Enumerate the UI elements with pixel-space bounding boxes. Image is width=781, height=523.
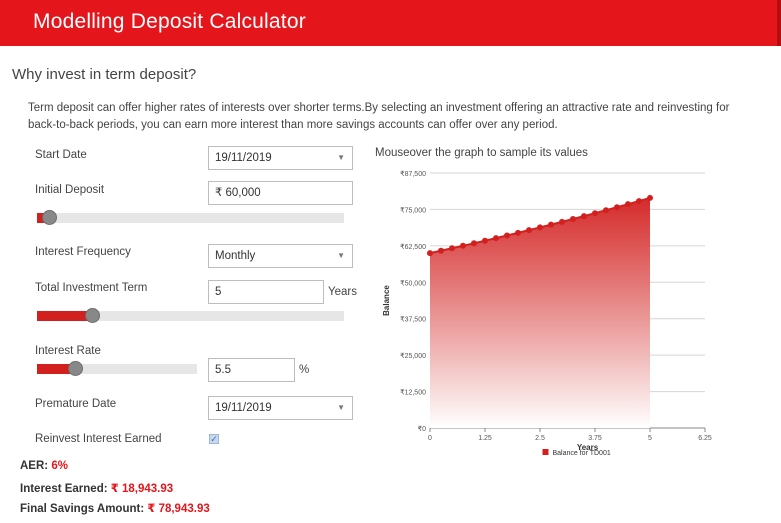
x-tick-label: 0	[428, 435, 432, 442]
reinvest-label: Reinvest Interest Earned	[35, 433, 162, 445]
y-tick-label: ₹62,500	[400, 243, 426, 251]
interest-rate-input[interactable]: 5.5	[208, 358, 295, 382]
data-point[interactable]	[581, 213, 587, 220]
data-point[interactable]	[427, 250, 433, 257]
series-area	[430, 197, 650, 428]
x-tick-label: 2.5	[535, 435, 545, 442]
section-description: Term deposit can offer higher rates of i…	[28, 102, 730, 131]
aer-value: 6%	[51, 460, 68, 472]
interest-rate-value: 5.5	[215, 364, 231, 376]
start-date-value: 19/11/2019	[215, 152, 272, 164]
initial-deposit-value: ₹ 60,000	[215, 187, 261, 199]
check-icon: ✓	[210, 434, 218, 444]
investment-term-label: Total Investment Term	[35, 282, 148, 294]
start-date-picker[interactable]: 19/11/2019 ▼	[208, 146, 353, 170]
data-point[interactable]	[636, 198, 642, 205]
investment-term-unit: Years	[328, 286, 357, 298]
data-point[interactable]	[504, 232, 510, 239]
y-tick-label: ₹37,500	[400, 316, 426, 324]
final-amount-label: Final Savings Amount:	[20, 503, 145, 515]
final-amount-value: ₹ 78,943.93	[147, 503, 210, 515]
premature-date-value: 19/11/2019	[215, 402, 272, 414]
y-tick-label: ₹50,000	[400, 279, 426, 287]
slider-fill	[37, 311, 93, 321]
reinvest-checkbox[interactable]: ✓	[209, 434, 219, 444]
chevron-down-icon: ▼	[337, 251, 345, 260]
initial-deposit-label: Initial Deposit	[35, 184, 105, 196]
section-title: Why invest in term deposit?	[12, 66, 197, 83]
chart-caption: Mouseover the graph to sample its values	[375, 147, 588, 159]
interest-rate-slider[interactable]	[37, 361, 197, 376]
data-point[interactable]	[449, 245, 455, 252]
data-point[interactable]	[559, 218, 565, 225]
chevron-down-icon: ▼	[337, 153, 345, 162]
y-tick-label: ₹12,500	[400, 389, 426, 397]
data-point[interactable]	[603, 207, 609, 214]
y-axis-label: Balance	[382, 285, 391, 316]
data-point[interactable]	[625, 201, 631, 208]
data-point[interactable]	[647, 194, 653, 201]
interest-rate-unit: %	[299, 364, 310, 376]
balance-chart[interactable]: ₹0 ₹12,500 ₹25,000 ₹37,500 ₹50,000 ₹62,500 ₹75…	[375, 163, 735, 463]
interest-frequency-label: Interest Frequency	[35, 246, 131, 258]
app-title: Modelling Deposit Calculator	[33, 10, 306, 33]
interest-frequency-value: Monthly	[215, 250, 256, 262]
y-tick-label: ₹75,000	[400, 206, 426, 214]
initial-deposit-input[interactable]: ₹ 60,000	[208, 181, 353, 205]
interest-earned-label: Interest Earned:	[20, 483, 108, 495]
investment-term-slider[interactable]	[37, 308, 344, 323]
data-point[interactable]	[515, 229, 521, 236]
aer-label: AER:	[20, 460, 49, 472]
data-point[interactable]	[471, 240, 477, 247]
investment-term-input[interactable]: 5	[208, 280, 324, 304]
initial-deposit-slider[interactable]	[37, 210, 344, 225]
premature-date-label: Premature Date	[35, 398, 117, 410]
data-point[interactable]	[614, 204, 620, 211]
y-tick-label: ₹87,500	[400, 170, 426, 178]
interest-earned-summary: Interest Earned: ₹ 18,943.93	[20, 481, 173, 495]
x-tick-label: 1.25	[478, 435, 492, 442]
data-point[interactable]	[493, 235, 499, 242]
app-header: Modelling Deposit Calculator	[0, 0, 781, 46]
x-tick-label: 3.75	[588, 435, 602, 442]
x-tick-label: 5	[648, 435, 652, 442]
final-amount-summary: Final Savings Amount: ₹ 78,943.93	[20, 501, 210, 515]
premature-date-picker[interactable]: 19/11/2019 ▼	[208, 396, 353, 420]
data-point[interactable]	[537, 224, 543, 231]
legend-swatch	[542, 449, 549, 455]
y-tick-label: ₹0	[418, 425, 426, 433]
data-point[interactable]	[438, 247, 444, 254]
legend-label: Balance for TD001	[553, 450, 611, 457]
slider-thumb[interactable]	[68, 361, 84, 376]
start-date-label: Start Date	[35, 149, 87, 161]
investment-term-value: 5	[215, 286, 222, 298]
interest-frequency-select[interactable]: Monthly ▼	[208, 244, 353, 268]
interest-rate-label: Interest Rate	[35, 345, 101, 357]
data-point[interactable]	[460, 242, 466, 249]
data-point[interactable]	[482, 237, 488, 244]
x-tick-label: 6.25	[698, 435, 712, 442]
y-tick-label: ₹25,000	[400, 352, 426, 360]
data-point[interactable]	[570, 215, 576, 222]
aer-summary: AER: 6%	[20, 460, 68, 472]
data-point[interactable]	[526, 227, 532, 234]
data-point[interactable]	[548, 221, 554, 228]
slider-thumb[interactable]	[42, 210, 58, 225]
interest-earned-value: ₹ 18,943.93	[110, 483, 174, 495]
data-point[interactable]	[592, 210, 598, 217]
slider-thumb[interactable]	[85, 308, 101, 323]
chevron-down-icon: ▼	[337, 403, 345, 412]
